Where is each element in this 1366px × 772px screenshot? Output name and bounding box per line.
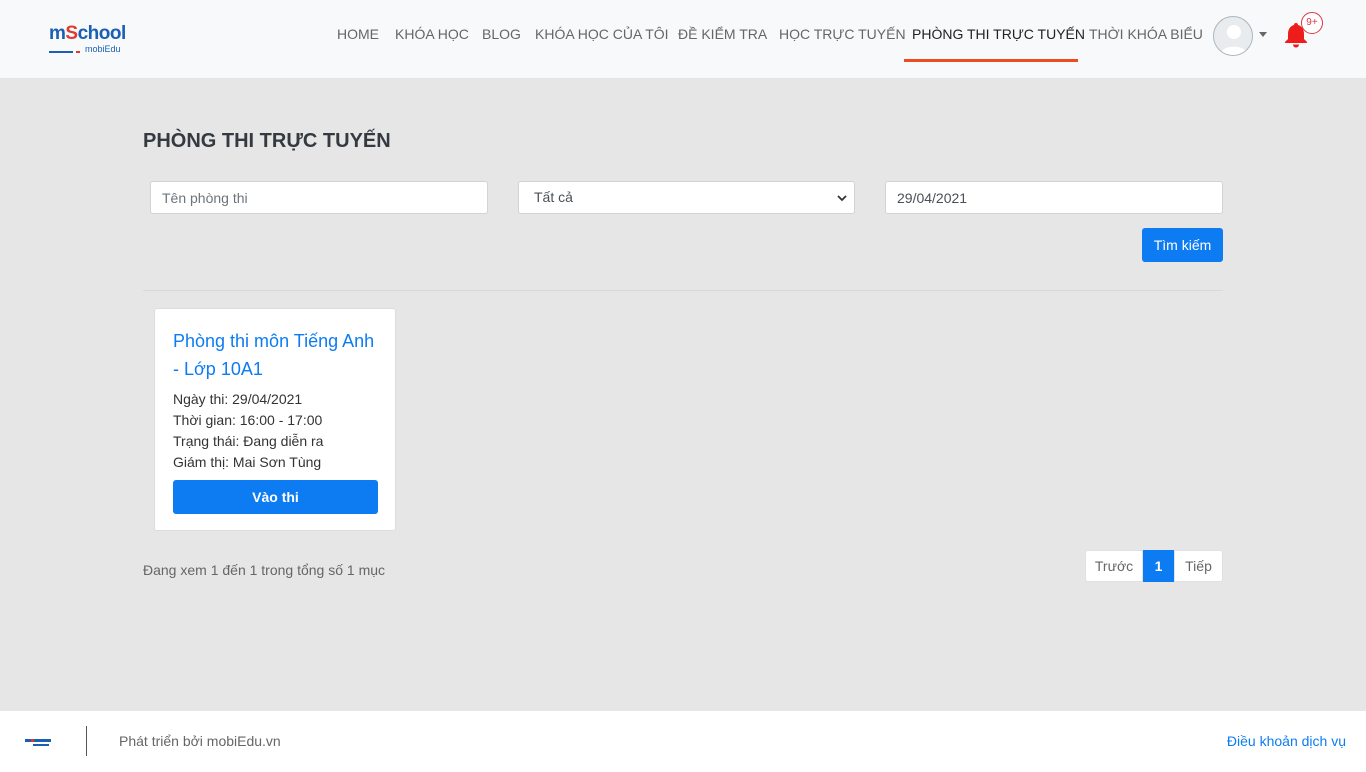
status-select-value: Tất cả: [534, 189, 573, 205]
pagination-prev-button[interactable]: Trước: [1085, 550, 1143, 582]
exam-room-date: Ngày thi: 29/04/2021: [173, 391, 303, 407]
nav-blog[interactable]: BLOG: [482, 26, 521, 42]
room-name-search-input[interactable]: [150, 181, 488, 214]
exam-room-time: Thời gian: 16:00 - 17:00: [173, 412, 323, 428]
section-divider: [143, 290, 1223, 291]
user-silhouette-icon: [1220, 25, 1248, 55]
exam-room-title[interactable]: Phòng thi môn Tiếng Anh - Lớp 10A1: [173, 327, 385, 383]
top-navbar: mSchool mobiEdu HOME KHÓA HỌC BLOG KHÓA …: [0, 0, 1366, 79]
status-select[interactable]: Tất cả: [518, 181, 855, 214]
mschool-logo[interactable]: mSchool mobiEdu: [49, 24, 139, 56]
pagination: Trước 1 Tiếp: [1085, 550, 1223, 582]
logo-subtitle: mobiEdu: [85, 44, 121, 54]
user-menu-caret-icon[interactable]: [1259, 32, 1267, 37]
exam-room-status: Trạng thái: Đang diễn ra: [173, 433, 324, 449]
exam-date-input[interactable]: [885, 181, 1223, 214]
pagination-page-button[interactable]: 1: [1143, 550, 1174, 582]
nav-online-learning[interactable]: HỌC TRỰC TUYẾN: [779, 26, 906, 42]
user-avatar[interactable]: [1213, 16, 1253, 56]
nav-home[interactable]: HOME: [337, 26, 379, 42]
search-button[interactable]: Tìm kiếm: [1142, 228, 1223, 262]
nav-courses[interactable]: KHÓA HỌC: [395, 26, 469, 42]
enter-exam-button[interactable]: Vào thi: [173, 480, 378, 514]
footer: Phát triển bởi mobiEdu.vn Điều khoản dịc…: [0, 711, 1366, 772]
terms-of-service-link[interactable]: Điều khoản dịch vụ: [1227, 733, 1346, 749]
nav-timetable[interactable]: THỜI KHÓA BIỂU: [1089, 26, 1203, 42]
page-title: PHÒNG THI TRỰC TUYẾN: [143, 130, 391, 152]
footer-logo-icon: [25, 739, 51, 746]
exam-room-proctor: Giám thị: Mai Sơn Tùng: [173, 454, 322, 470]
pagination-next-button[interactable]: Tiếp: [1174, 550, 1223, 582]
nav-my-courses[interactable]: KHÓA HỌC CỦA TÔI: [535, 26, 669, 42]
pagination-summary: Đang xem 1 đến 1 trong tổng số 1 mục: [143, 562, 386, 578]
developed-by-text: Phát triển bởi mobiEdu.vn: [119, 733, 281, 749]
footer-separator: [86, 726, 87, 756]
nav-online-exam-room[interactable]: PHÒNG THI TRỰC TUYẾN: [912, 26, 1085, 42]
nav-tests[interactable]: ĐỀ KIỂM TRA: [678, 26, 767, 42]
logo-wordmark: mSchool: [49, 23, 126, 44]
active-nav-indicator: [904, 59, 1078, 62]
chevron-down-icon: [837, 195, 847, 202]
notification-count-badge: 9+: [1301, 12, 1323, 34]
exam-room-card: Phòng thi môn Tiếng Anh - Lớp 10A1 Ngày …: [154, 308, 396, 531]
